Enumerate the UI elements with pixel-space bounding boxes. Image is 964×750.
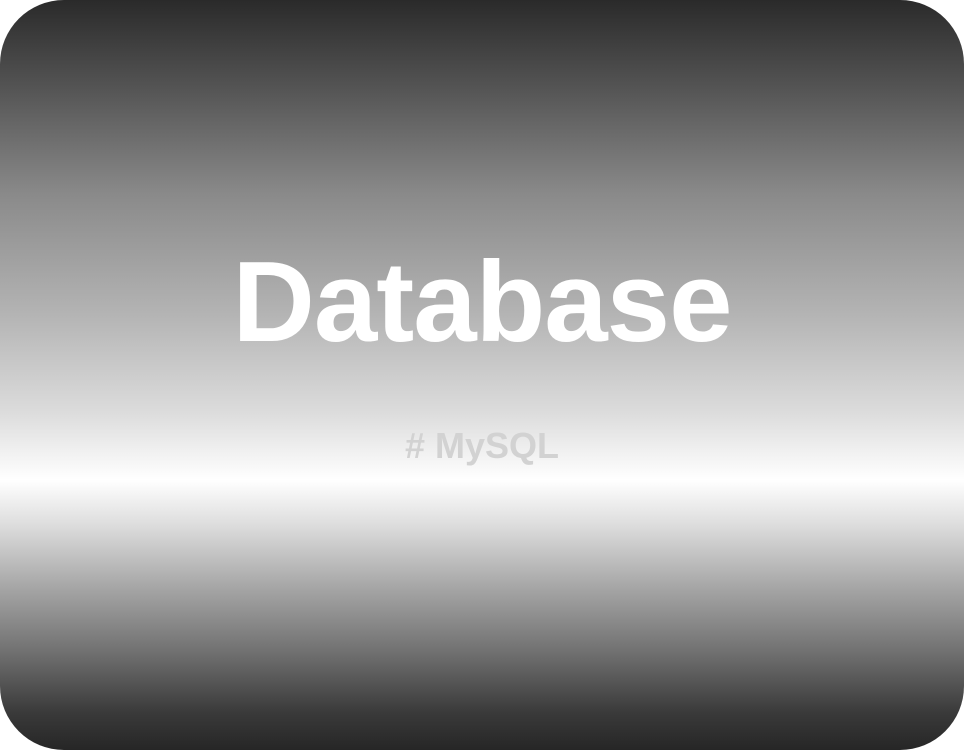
card-tag: # MySQL	[404, 425, 560, 466]
cover-card: Database # MySQL	[0, 0, 964, 750]
card-title: Database	[232, 239, 733, 366]
